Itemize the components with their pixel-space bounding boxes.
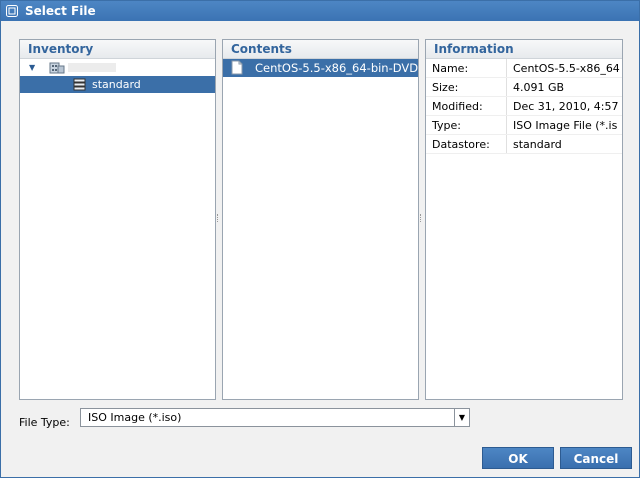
info-key: Modified: xyxy=(432,100,483,113)
info-value: CentOS-5.5-x86_64 xyxy=(513,62,620,75)
splitter-handle[interactable] xyxy=(217,214,221,222)
tree-item-standard[interactable]: standard xyxy=(20,76,215,93)
info-key: Name: xyxy=(432,62,469,75)
file-icon xyxy=(231,60,243,81)
info-value: 4.091 GB xyxy=(513,81,565,94)
file-item[interactable]: CentOS-5.5-x86_64-bin-DVD xyxy=(223,59,418,77)
title-bar[interactable]: Select File xyxy=(1,1,639,21)
window-title: Select File xyxy=(25,4,96,18)
triangle-down-icon[interactable]: ▼ xyxy=(29,59,35,76)
file-type-label: File Type: xyxy=(19,416,70,429)
tree-item-standard-label: standard xyxy=(92,78,141,91)
info-row-modified: Modified: Dec 31, 2010, 4:57 xyxy=(426,97,622,116)
tree-item-datacenter-label xyxy=(68,63,116,72)
ok-button[interactable]: OK xyxy=(482,447,554,469)
info-row-name: Name: CentOS-5.5-x86_64 xyxy=(426,59,622,78)
cancel-button[interactable]: Cancel xyxy=(560,447,632,469)
info-key: Type: xyxy=(432,119,461,132)
info-key: Datastore: xyxy=(432,138,490,151)
info-key: Size: xyxy=(432,81,459,94)
file-type-value: ISO Image (*.iso) xyxy=(88,411,182,424)
info-row-size: Size: 4.091 GB xyxy=(426,78,622,97)
splitter-handle[interactable] xyxy=(420,214,424,222)
inventory-header: Inventory xyxy=(20,40,215,59)
datastore-icon xyxy=(73,78,86,96)
information-panel: Information Name: CentOS-5.5-x86_64 Size… xyxy=(425,39,623,400)
info-value: standard xyxy=(513,138,562,151)
information-header: Information xyxy=(426,40,622,59)
info-value: Dec 31, 2010, 4:57 xyxy=(513,100,619,113)
file-type-select[interactable]: ISO Image (*.iso) ▼ xyxy=(80,408,470,427)
file-item-label: CentOS-5.5-x86_64-bin-DVD xyxy=(255,61,419,75)
info-value: ISO Image File (*.is xyxy=(513,119,618,132)
inventory-panel: Inventory ▼ standard xyxy=(19,39,216,400)
select-file-dialog: Select File Inventory ▼ standard Content… xyxy=(0,0,640,478)
triangle-down-icon[interactable]: ▼ xyxy=(454,409,469,426)
tree-item-datacenter[interactable]: ▼ xyxy=(20,59,215,76)
info-row-type: Type: ISO Image File (*.is xyxy=(426,116,622,135)
vsphere-icon xyxy=(6,5,18,17)
info-row-datastore: Datastore: standard xyxy=(426,135,622,154)
contents-header: Contents xyxy=(223,40,418,59)
contents-panel: Contents CentOS-5.5-x86_64-bin-DVD xyxy=(222,39,419,400)
